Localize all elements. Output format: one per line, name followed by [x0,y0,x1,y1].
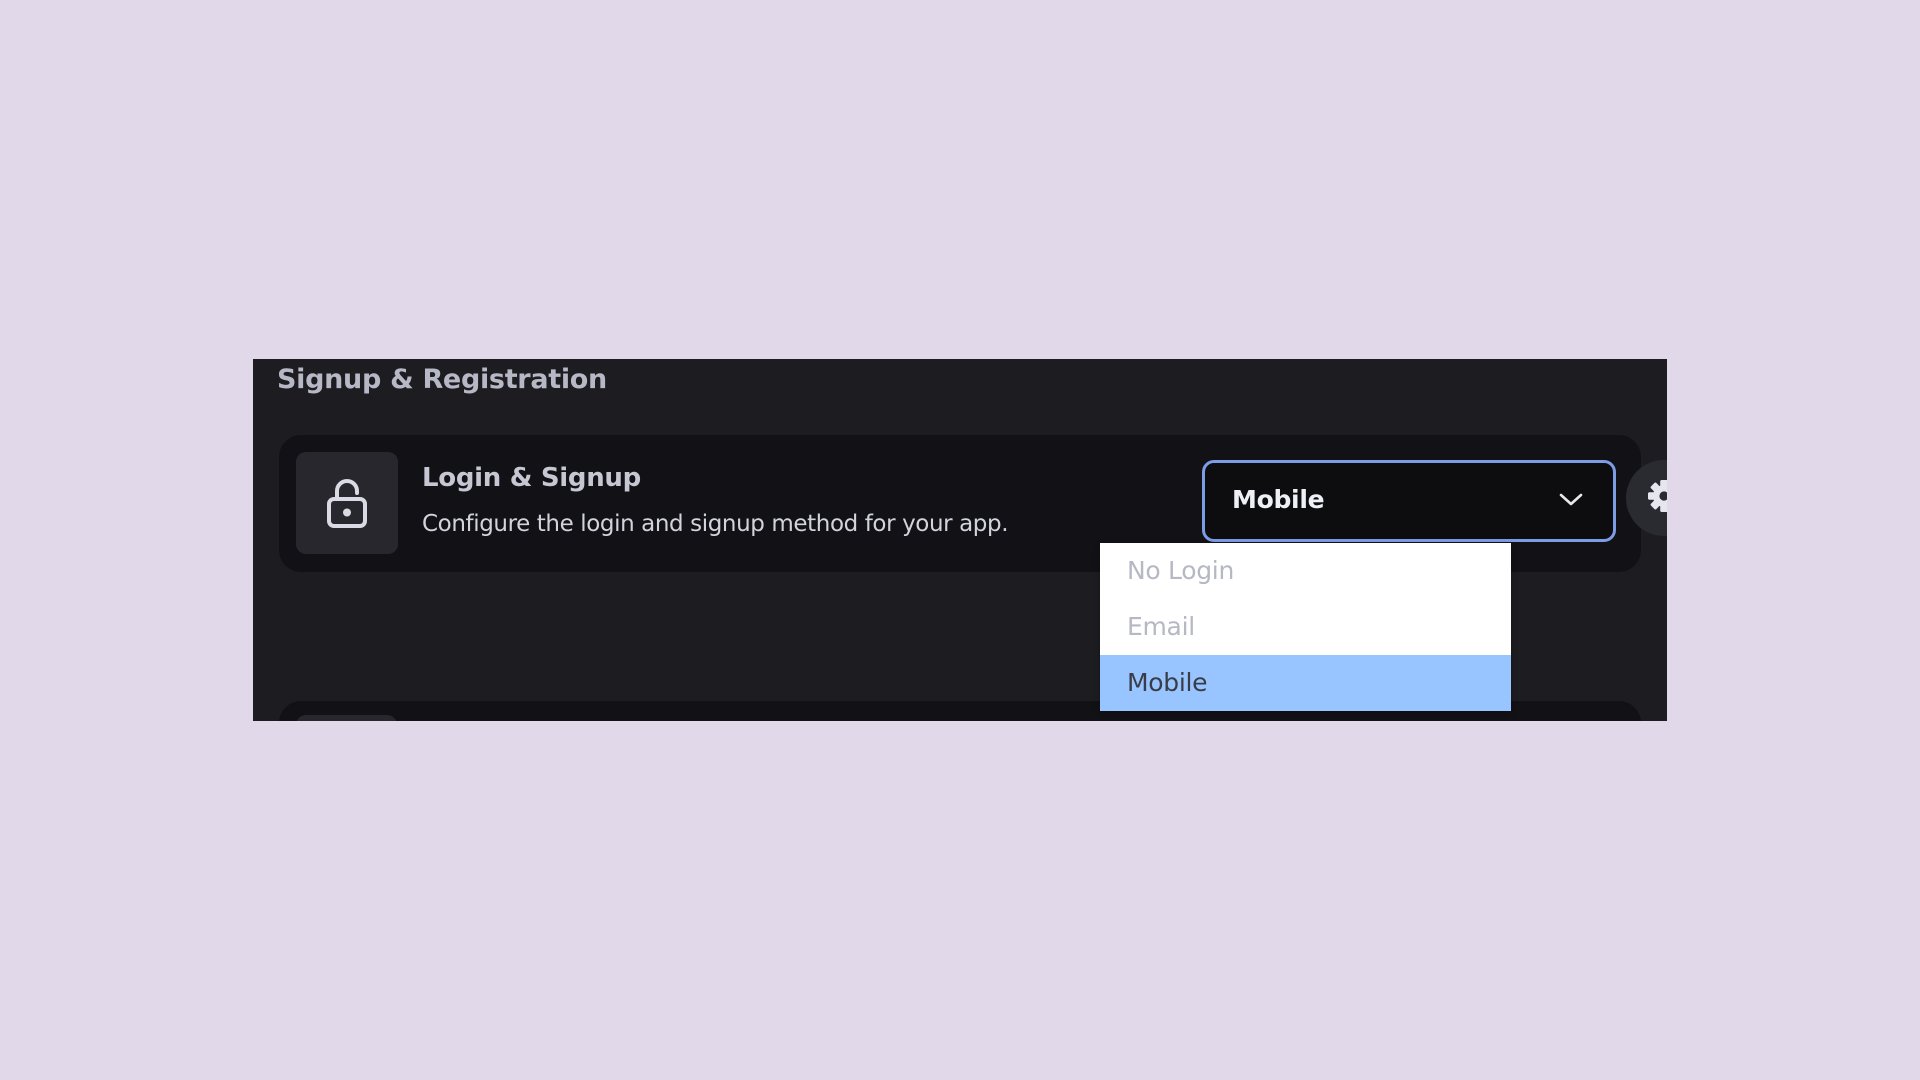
option-email[interactable]: Email [1100,599,1511,655]
lock-icon-box [296,452,398,554]
gear-icon [1646,478,1667,518]
option-no-login[interactable]: No Login [1100,543,1511,599]
card-title: Login & Signup [422,463,641,493]
login-method-select[interactable]: Mobile [1202,460,1616,542]
chevron-down-icon [1559,489,1583,513]
next-setting-icon-box [296,715,397,721]
lock-open-icon [326,478,368,528]
select-value: Mobile [1232,485,1325,514]
section-title: Signup & Registration [277,364,607,395]
settings-button[interactable] [1626,460,1667,536]
card-description: Configure the login and signup method fo… [422,511,1009,537]
option-mobile[interactable]: Mobile [1100,655,1511,711]
login-method-options: No Login Email Mobile [1100,543,1511,711]
